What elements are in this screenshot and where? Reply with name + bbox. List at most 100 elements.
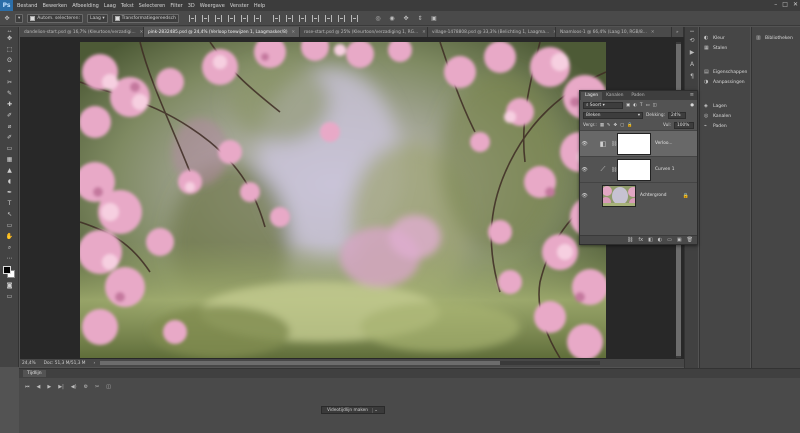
panel-lagen[interactable]: ◈ Lagen xyxy=(700,101,750,111)
paragraph-icon[interactable]: ¶ xyxy=(685,70,699,82)
3d-slide-icon[interactable]: ⇕ xyxy=(416,14,424,22)
tab-pink[interactable]: pink-2832485.psd @ 24,4% (Verloop toewij… xyxy=(144,27,300,37)
layer-row-gradient-map[interactable]: 👁 ◧ ⛓ Verloo... xyxy=(580,130,697,156)
opacity-input[interactable]: 24% xyxy=(668,111,687,119)
pen-tool-icon[interactable]: ✒ xyxy=(0,187,19,198)
history-brush-tool-icon[interactable]: ✐ xyxy=(0,132,19,143)
lock-transparency-icon[interactable]: ▦ xyxy=(600,123,604,128)
align-top-icon[interactable] xyxy=(188,14,196,22)
next-frame-icon[interactable]: ▶| xyxy=(58,384,64,390)
menu-afbeelding[interactable]: Afbeelding xyxy=(72,3,99,9)
3d-orbit-icon[interactable]: ◎ xyxy=(374,14,382,22)
horizontal-scrollbar[interactable] xyxy=(100,361,600,365)
layer-style-fx-icon[interactable]: fx xyxy=(638,237,643,243)
foreground-color-swatch[interactable] xyxy=(3,266,11,274)
align-hcenter-icon[interactable] xyxy=(240,14,248,22)
distribute-bottom-icon[interactable] xyxy=(298,14,306,22)
new-group-icon[interactable]: ▭ xyxy=(667,237,672,243)
menu-help[interactable]: Help xyxy=(254,3,265,9)
screen-mode-icon[interactable]: ▭ xyxy=(0,291,19,302)
menu-bestand[interactable]: Bestand xyxy=(17,3,37,9)
more-tools-icon[interactable]: ⋯ xyxy=(0,253,19,264)
close-tab-icon[interactable]: ✕ xyxy=(140,30,143,35)
3d-scale-icon[interactable]: ▣ xyxy=(430,14,438,22)
dodge-tool-icon[interactable]: ◖ xyxy=(0,176,19,187)
audio-icon[interactable]: ◀) xyxy=(71,384,77,390)
play-icon[interactable]: ▶ xyxy=(47,384,51,390)
add-mask-icon[interactable]: ◧ xyxy=(648,237,653,243)
filter-kind-dropdown[interactable]: ⌕ Soort ▾ xyxy=(583,101,623,109)
link-layers-icon[interactable]: ⛓ xyxy=(627,237,633,243)
layer-row-curves[interactable]: 👁 ⟋ ⛓ Curven 1 xyxy=(580,156,697,182)
tab-paden[interactable]: Paden xyxy=(627,92,648,100)
fill-input[interactable]: 100% xyxy=(674,121,694,129)
filter-smart-icon[interactable]: ◫ xyxy=(653,103,657,108)
go-to-first-frame-icon[interactable]: ⏮ xyxy=(25,384,30,390)
align-vcenter-icon[interactable] xyxy=(201,14,209,22)
auto-align-icon[interactable] xyxy=(350,14,358,22)
lock-all-icon[interactable]: 🔒 xyxy=(627,123,632,128)
layer-name[interactable]: Curven 1 xyxy=(655,167,675,172)
new-layer-icon[interactable]: ▣ xyxy=(677,237,682,243)
visibility-eye-icon[interactable]: 👁 xyxy=(580,141,589,147)
panel-kleur[interactable]: ◐ Kleur xyxy=(700,33,750,43)
zoom-level[interactable]: 24,4% xyxy=(22,361,36,366)
shape-tool-icon[interactable]: ▭ xyxy=(0,220,19,231)
panel-menu-icon[interactable]: ≡ xyxy=(690,92,694,98)
tab-kanalen[interactable]: Kanalen xyxy=(602,92,627,100)
blur-tool-icon[interactable]: ▲ xyxy=(0,165,19,176)
align-right-icon[interactable] xyxy=(253,14,261,22)
color-swatches[interactable] xyxy=(0,264,19,280)
tab-lagen[interactable]: Lagen xyxy=(581,92,603,100)
menu-laag[interactable]: Laag xyxy=(104,3,116,9)
gradient-tool-icon[interactable]: ▦ xyxy=(0,154,19,165)
panel-kanalen[interactable]: ◎ Kanalen xyxy=(700,111,750,121)
tabs-overflow-button[interactable]: » xyxy=(672,27,684,37)
crop-tool-icon[interactable]: ✂ xyxy=(0,77,19,88)
close-tab-icon[interactable]: ✕ xyxy=(651,30,655,35)
tab-naamloos[interactable]: Naamloos-1 @ 66,4% (Laag 10, RGB/8... ✕ xyxy=(556,27,672,37)
eyedropper-tool-icon[interactable]: ✎ xyxy=(0,88,19,99)
menu-weergave[interactable]: Weergave xyxy=(200,3,225,9)
visibility-eye-icon[interactable]: 👁 xyxy=(580,193,589,199)
layer-name[interactable]: Verloo... xyxy=(655,141,673,146)
lock-position-icon[interactable]: ✥ xyxy=(614,123,618,128)
close-window-button[interactable]: ✕ xyxy=(793,1,798,8)
panel-aanpassingen[interactable]: ◑ Aanpassingen xyxy=(700,77,750,87)
maximize-button[interactable]: □ xyxy=(782,1,788,8)
tool-preset-picker[interactable]: ▾ xyxy=(15,13,24,23)
transition-icon[interactable]: ◫ xyxy=(106,384,111,390)
lock-artboard-icon[interactable]: ▢ xyxy=(620,123,624,128)
healing-brush-tool-icon[interactable]: ✚ xyxy=(0,99,19,110)
quick-select-tool-icon[interactable]: ⌖ xyxy=(0,66,19,77)
menu-3d[interactable]: 3D xyxy=(188,3,195,9)
filter-toggle-icon[interactable]: ● xyxy=(690,103,694,108)
marquee-tool-icon[interactable]: ⬚ xyxy=(0,44,19,55)
layer-mask-thumbnail[interactable] xyxy=(617,132,651,155)
distribute-top-icon[interactable] xyxy=(272,14,280,22)
filter-type-icon[interactable]: T xyxy=(640,103,643,108)
menu-venster[interactable]: Venster xyxy=(230,3,249,9)
layer-mask-thumbnail[interactable] xyxy=(617,158,651,181)
menu-selecteren[interactable]: Selecteren xyxy=(139,3,166,9)
new-adjustment-layer-icon[interactable]: ◐ xyxy=(658,237,662,243)
blend-mode-dropdown[interactable]: Bleken ▾ xyxy=(583,111,643,119)
settings-gear-icon[interactable]: ⚙ xyxy=(84,384,88,390)
3d-drag-icon[interactable]: ✥ xyxy=(402,14,410,22)
tab-timeline[interactable]: Tijdlijn xyxy=(23,370,46,377)
delete-layer-icon[interactable]: 🗑 xyxy=(687,237,693,243)
move-tool-icon[interactable]: ✥ xyxy=(0,33,19,44)
panel-stalen[interactable]: ▦ Stalen xyxy=(700,43,750,53)
auto-select-target-dropdown[interactable]: Laag ▾ xyxy=(87,13,108,23)
filter-pixel-icon[interactable]: ▣ xyxy=(626,103,630,108)
previous-frame-icon[interactable]: ◀ xyxy=(37,384,41,390)
actions-icon[interactable]: ▶ xyxy=(685,46,699,58)
panel-bibliotheken[interactable]: ▥ Bibliotheken xyxy=(752,33,800,43)
visibility-eye-icon[interactable]: 👁 xyxy=(580,167,589,173)
tab-rose[interactable]: rose-start.psd @ 25% (Kleurtoon/verzadig… xyxy=(300,27,428,37)
panel-eigenschappen[interactable]: ▤ Eigenschappen xyxy=(700,67,750,77)
layer-name[interactable]: Achtergrond xyxy=(640,193,666,198)
hand-tool-icon[interactable]: ✋ xyxy=(0,231,19,242)
history-icon[interactable]: ⟲ xyxy=(685,34,699,46)
document-canvas-image[interactable] xyxy=(80,42,606,358)
